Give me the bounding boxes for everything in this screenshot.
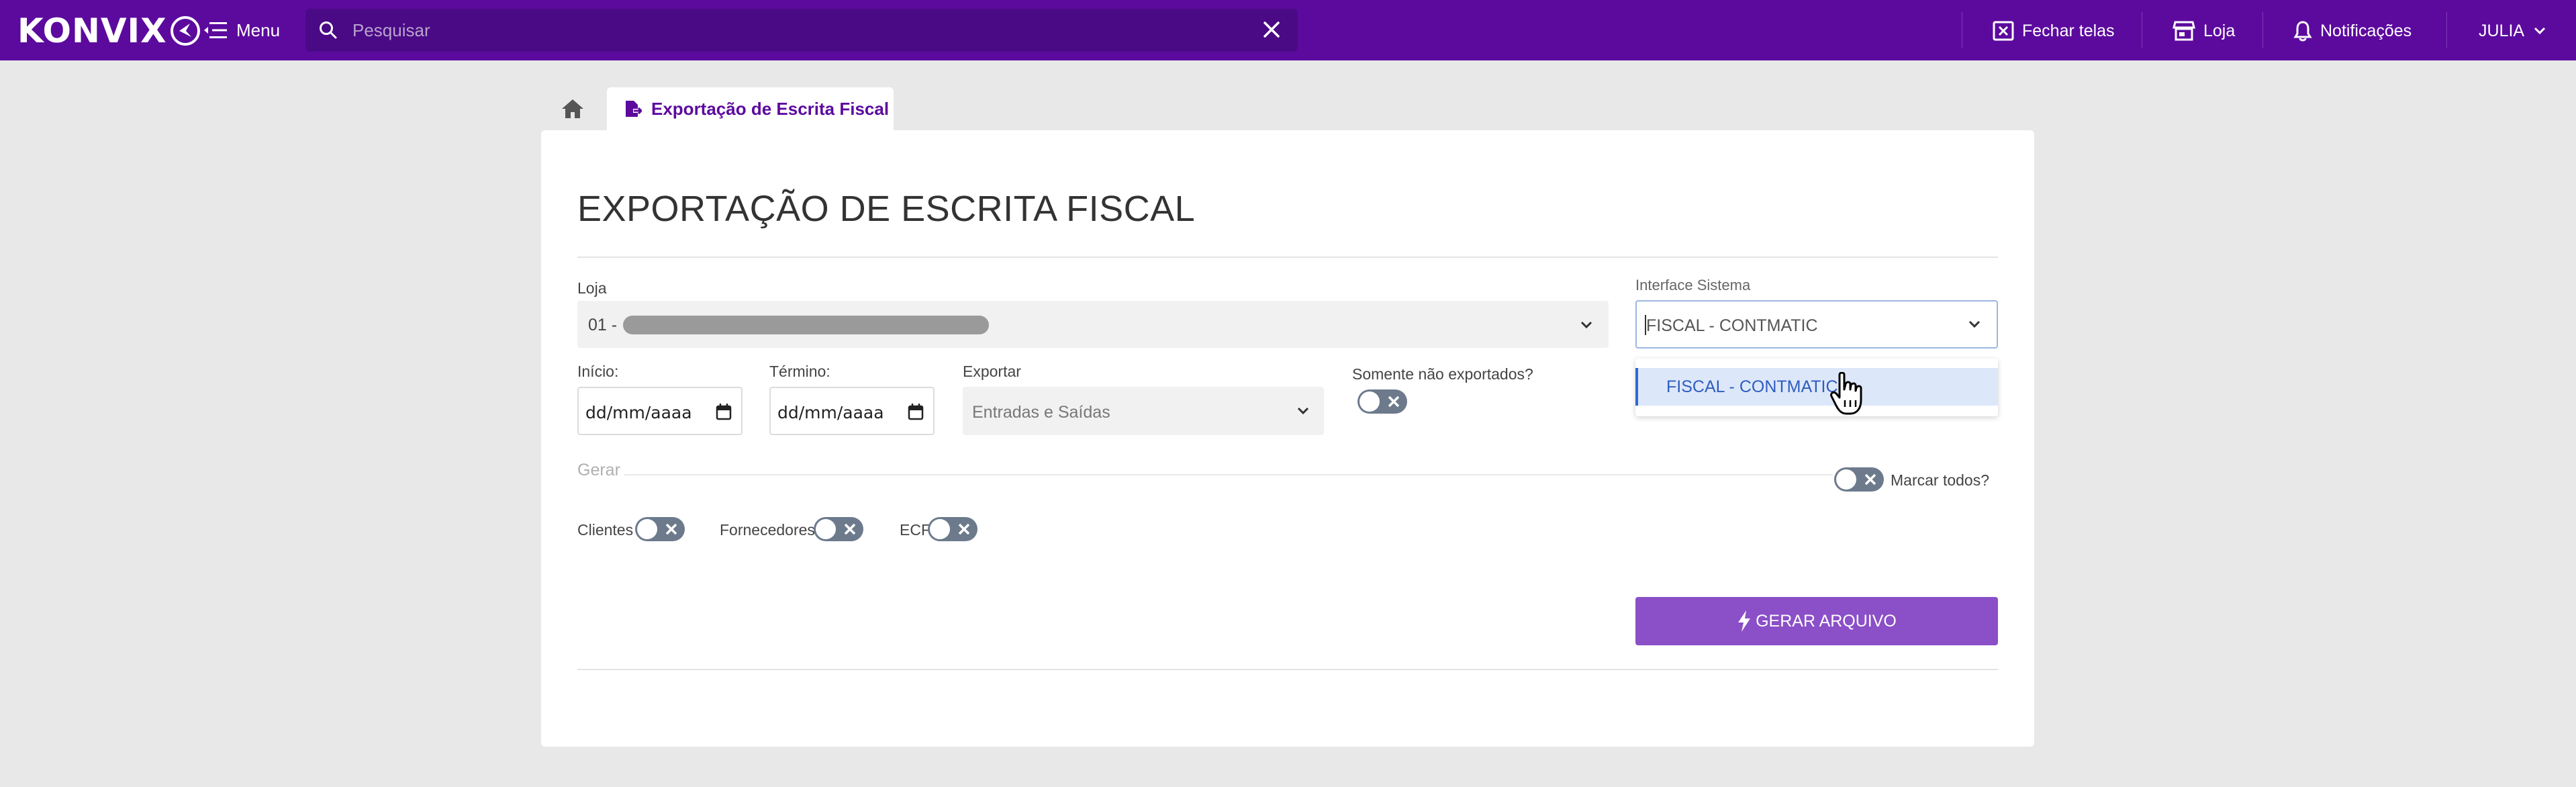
page-title: EXPORTAÇÃO DE ESCRITA FISCAL (577, 189, 1196, 229)
toggle-knob (1359, 391, 1380, 412)
chevron-down-icon (1580, 321, 1592, 329)
gerar-section-label: Gerar (577, 461, 620, 479)
gerar-divider (624, 474, 1833, 475)
lightning-icon (1738, 610, 1751, 632)
notificacoes-button[interactable]: Notificações (2293, 17, 2412, 44)
somente-nao-exportados-label: Somente não exportados? (1352, 365, 1533, 383)
dropdown-option[interactable]: FISCAL - CONTMATIC (1635, 368, 1998, 406)
x-icon (1864, 473, 1876, 485)
x-icon (844, 523, 856, 535)
top-navbar: KONVIX Menu Fechar tel (0, 0, 2576, 60)
clientes-label: Clientes (577, 521, 634, 539)
fornecedores-toggle[interactable] (814, 517, 863, 541)
x-icon (958, 523, 970, 535)
exportar-label: Exportar (963, 363, 1021, 380)
ecf-label: ECF (900, 521, 931, 539)
chevron-down-icon (1968, 320, 1981, 328)
loja-value: 01 - (588, 316, 618, 334)
loja-button[interactable]: Loja (2173, 17, 2235, 44)
file-export-icon (626, 101, 642, 117)
user-name: JULIA (2479, 21, 2525, 40)
logo-emblem-icon (170, 16, 200, 46)
menu-icon (204, 22, 227, 38)
x-icon (1388, 396, 1400, 408)
title-divider (577, 257, 1998, 258)
termino-date-value: dd/mm/aaaa (777, 403, 884, 422)
nav-divider (2446, 12, 2447, 48)
ecf-toggle[interactable] (928, 517, 977, 541)
calendar-icon[interactable] (908, 403, 924, 420)
hand-cursor-icon (1830, 372, 1862, 415)
search-bar (305, 9, 1298, 52)
clear-search-icon[interactable] (1263, 21, 1280, 38)
user-menu[interactable]: JULIA (2479, 17, 2546, 44)
calendar-icon[interactable] (716, 403, 732, 420)
fechar-telas-label: Fechar telas (2022, 21, 2115, 40)
bottom-divider (577, 669, 1998, 670)
somente-nao-exportados-toggle[interactable] (1357, 389, 1407, 414)
bell-icon (2293, 21, 2312, 42)
tab-label: Exportação de Escrita Fiscal (651, 98, 890, 119)
toggle-knob (930, 519, 950, 539)
interface-sistema-value: FISCAL - CONTMATIC (1646, 316, 1818, 335)
close-window-icon (1993, 21, 2014, 41)
marcar-todos-label: Marcar todos? (1891, 471, 1990, 489)
gerar-arquivo-label: GERAR ARQUIVO (1756, 611, 1897, 631)
nav-divider (2262, 12, 2263, 48)
loja-name-redacted (623, 316, 989, 334)
konvix-logo[interactable]: KONVIX (17, 11, 201, 50)
loja-label: Loja (2203, 21, 2236, 40)
toggle-knob (1836, 469, 1856, 490)
marcar-todos-toggle[interactable] (1834, 467, 1884, 492)
gerar-arquivo-button[interactable]: GERAR ARQUIVO (1635, 597, 1998, 645)
home-icon (562, 99, 583, 118)
inicio-date-input[interactable]: dd/mm/aaaa (577, 387, 743, 435)
exportar-value: Entradas e Saídas (972, 403, 1110, 422)
notificacoes-label: Notificações (2320, 21, 2412, 40)
interface-sistema-label: Interface Sistema (1635, 277, 1751, 293)
tab-exportacao-escrita-fiscal[interactable]: Exportação de Escrita Fiscal (607, 87, 894, 130)
loja-select[interactable]: 01 - (577, 301, 1609, 348)
exportar-select[interactable]: Entradas e Saídas (963, 387, 1324, 435)
fechar-telas-button[interactable]: Fechar telas (1993, 17, 2115, 44)
fornecedores-label: Fornecedores (720, 521, 815, 539)
termino-date-input[interactable]: dd/mm/aaaa (769, 387, 935, 435)
x-icon (665, 523, 677, 535)
loja-label: Loja (577, 279, 607, 297)
option-label: FISCAL - CONTMATIC (1666, 377, 1838, 396)
clientes-toggle[interactable] (635, 517, 685, 541)
search-icon (320, 21, 337, 39)
inicio-date-value: dd/mm/aaaa (585, 403, 692, 422)
inicio-label: Início: (577, 363, 619, 380)
logo-text: KONVIX (17, 11, 167, 50)
menu-button[interactable]: Menu (204, 16, 280, 44)
toggle-knob (816, 519, 836, 539)
toggle-knob (637, 519, 657, 539)
chevron-down-icon (2534, 27, 2546, 35)
termino-label: Término: (769, 363, 830, 380)
chevron-down-icon (1297, 407, 1309, 415)
menu-label: Menu (236, 19, 281, 40)
interface-sistema-select[interactable]: FISCAL - CONTMATIC (1635, 300, 1998, 349)
home-tab[interactable] (545, 87, 600, 130)
interface-sistema-dropdown: FISCAL - CONTMATIC (1635, 359, 1998, 416)
store-icon (2173, 21, 2195, 41)
search-input[interactable] (352, 17, 1225, 44)
